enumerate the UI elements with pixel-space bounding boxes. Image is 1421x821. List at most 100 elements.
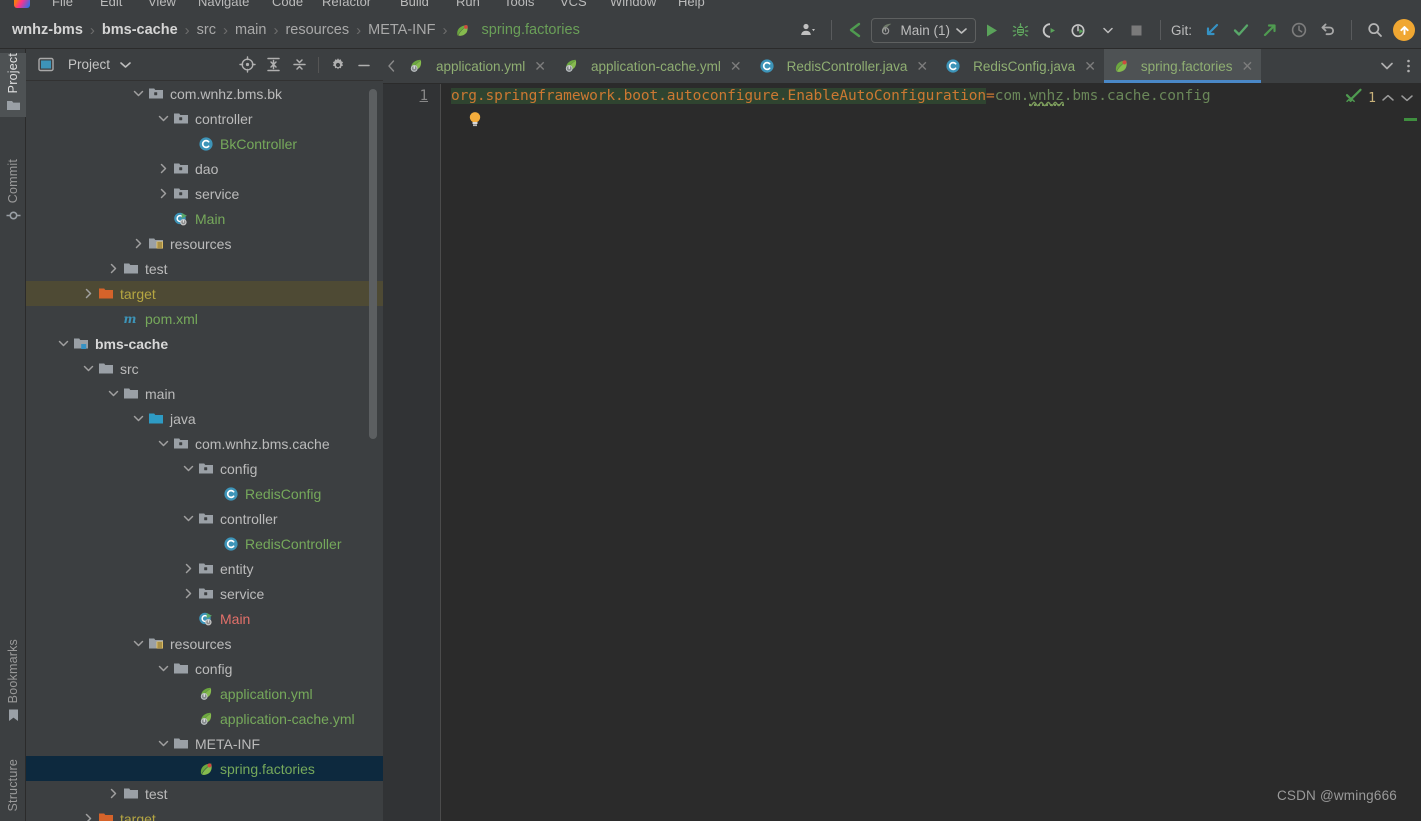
menu-item-edit[interactable]: Edit [100,0,122,9]
update-arrow-up-icon[interactable] [1393,19,1415,41]
menu-item-view[interactable]: View [148,0,176,9]
chevron-right-icon[interactable] [132,237,145,250]
debug-button[interactable] [1008,17,1034,43]
menu-bar[interactable]: File Edit View Navigate Code Refactor Bu… [0,0,1421,12]
editor-tab[interactable]: application-cache.yml ✕ [554,49,750,83]
tree-row[interactable]: Main [26,606,383,631]
menu-item-code[interactable]: Code [272,0,303,9]
breadcrumb-item-src[interactable]: src [195,22,218,38]
close-icon[interactable]: ✕ [1084,58,1096,75]
sidebar-item-project[interactable]: Project [0,53,26,118]
menu-item-tools[interactable]: Tools [504,0,534,9]
chevron-right-icon[interactable] [182,562,195,575]
chevron-down-icon[interactable] [57,337,70,350]
chevron-up-icon[interactable] [1381,90,1395,108]
tree-row[interactable]: spring.factories [26,756,383,781]
user-avatar-icon[interactable] [795,17,821,43]
git-push-button[interactable] [1257,17,1283,43]
tree-row[interactable]: application-cache.yml [26,706,383,731]
tree-row[interactable]: test [26,256,383,281]
menu-item-build[interactable]: Build [400,0,429,9]
editor-tab[interactable]: spring.factories ✕ [1103,49,1262,83]
breadcrumb-item-module[interactable]: bms-cache [100,22,180,38]
tree-row[interactable]: m pom.xml [26,306,383,331]
more-vertical-icon[interactable] [1402,58,1415,74]
tree-row[interactable]: src [26,356,383,381]
menu-item-navigate[interactable]: Navigate [198,0,249,9]
tree-row[interactable]: service [26,181,383,206]
menu-item-file[interactable]: File [52,0,73,9]
tree-row[interactable]: target [26,806,383,821]
profiler-dropdown-icon[interactable] [1095,17,1121,43]
tree-scrollbar[interactable] [369,89,377,439]
editor-tab[interactable]: application.yml ✕ [399,49,554,83]
git-commit-button[interactable] [1228,17,1254,43]
breadcrumb-item-project[interactable]: wnhz-bms [10,22,85,38]
tree-row[interactable]: config [26,656,383,681]
editor-gutter[interactable]: 1 [383,84,441,821]
chevron-right-icon[interactable] [82,812,95,821]
menu-item-refactor[interactable]: Refactor [322,0,371,9]
breadcrumb-item-resources[interactable]: resources [283,22,351,38]
tree-row[interactable]: RedisController [26,531,383,556]
git-rollback-button[interactable] [1315,17,1341,43]
project-tree[interactable]: com.wnhz.bms.bk controller BkController dao… [26,81,383,821]
chevron-down-icon[interactable] [107,387,120,400]
tree-row[interactable]: test [26,781,383,806]
menu-item-window[interactable]: Window [610,0,656,9]
editor-tab[interactable]: RedisConfig.java ✕ [936,49,1104,83]
chevron-down-icon[interactable] [157,737,170,750]
error-stripe-marker[interactable] [1404,118,1417,121]
tree-row[interactable]: RedisConfig [26,481,383,506]
inspection-widget[interactable]: 1 [1342,86,1417,111]
expand-all-icon[interactable] [262,54,284,76]
tree-row[interactable]: main [26,381,383,406]
chevron-down-icon[interactable] [132,412,145,425]
chevron-down-icon[interactable] [157,437,170,450]
menu-item-help[interactable]: Help [678,0,705,9]
tree-row[interactable]: com.wnhz.bms.bk [26,81,383,106]
chevron-right-icon[interactable] [107,262,120,275]
code-editor[interactable]: 1 org.springframework.boot.autoconfigure… [383,84,1421,821]
chevron-down-icon[interactable] [157,662,170,675]
tree-row[interactable]: controller [26,106,383,131]
chevron-down-icon[interactable] [82,362,95,375]
chevron-right-icon[interactable] [157,187,170,200]
tree-row[interactable]: controller [26,506,383,531]
breadcrumb-item-file[interactable]: spring.factories [453,22,582,38]
search-icon[interactable] [1362,17,1388,43]
collapse-all-icon[interactable] [288,54,310,76]
gear-icon[interactable] [327,54,349,76]
tree-row[interactable]: Main [26,206,383,231]
chevron-down-icon[interactable] [1374,61,1400,71]
chevron-down-icon[interactable] [132,637,145,650]
lightbulb-icon[interactable] [468,111,482,128]
run-with-coverage-button[interactable] [1037,17,1063,43]
close-icon[interactable]: ✕ [730,58,742,75]
menu-item-vcs[interactable]: VCS [560,0,587,9]
tree-row[interactable]: dao [26,156,383,181]
tree-row[interactable]: resources [26,231,383,256]
minimize-icon[interactable] [353,54,375,76]
close-icon[interactable]: ✕ [1241,58,1253,75]
breadcrumb-item-meta-inf[interactable]: META-INF [366,22,437,38]
back-arrow-icon[interactable] [842,17,868,43]
git-update-button[interactable] [1199,17,1225,43]
tree-row[interactable]: BkController [26,131,383,156]
tree-row[interactable]: resources [26,631,383,656]
tree-row[interactable]: com.wnhz.bms.cache [26,431,383,456]
chevron-left-icon[interactable] [383,49,399,83]
chevron-down-icon[interactable] [182,462,195,475]
run-configuration-selector[interactable]: Main (1) [871,17,976,43]
chevron-right-icon[interactable] [157,162,170,175]
chevron-down-icon[interactable] [157,112,170,125]
tree-row[interactable]: java [26,406,383,431]
close-icon[interactable]: ✕ [916,58,928,75]
chevron-down-icon[interactable] [182,512,195,525]
tree-row[interactable]: bms-cache [26,331,383,356]
tree-row[interactable]: service [26,581,383,606]
breadcrumb-item-main[interactable]: main [233,22,268,38]
crosshair-target-icon[interactable] [236,54,258,76]
tree-row[interactable]: META-INF [26,731,383,756]
menu-item-run[interactable]: Run [456,0,480,9]
